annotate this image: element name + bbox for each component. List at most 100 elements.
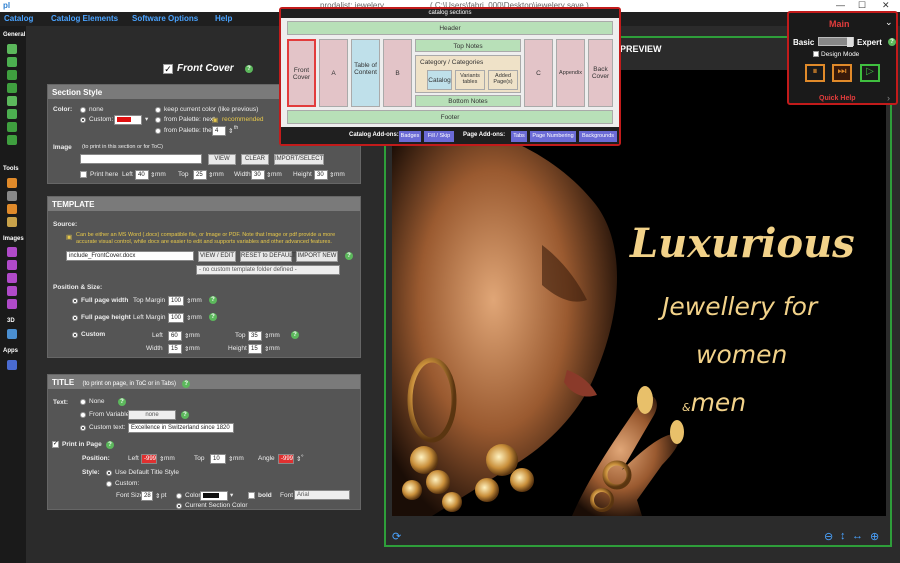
import-select-button[interactable]: IMPORT/SELECT: [274, 154, 324, 165]
attach-icon[interactable]: [7, 109, 17, 119]
template-file-input[interactable]: include_FrontCover.docx: [66, 251, 194, 261]
color-radio[interactable]: [176, 493, 182, 499]
table-icon[interactable]: [7, 135, 17, 145]
help-icon[interactable]: ?: [245, 65, 253, 73]
custom-text-radio[interactable]: [80, 425, 86, 431]
variable-select[interactable]: none: [128, 410, 176, 420]
step-icon[interactable]: ⏭: [832, 64, 852, 82]
section-b[interactable]: B: [383, 39, 412, 107]
section-c[interactable]: C: [524, 39, 553, 107]
image-icon[interactable]: [7, 247, 17, 257]
font-select[interactable]: Arial: [294, 490, 350, 500]
close-button[interactable]: ✕: [882, 0, 890, 11]
top-margin-input[interactable]: 100: [168, 296, 184, 306]
quick-help-link[interactable]: Quick Help: [819, 95, 856, 102]
gears-icon[interactable]: [7, 57, 17, 67]
title-angle-input[interactable]: -999: [278, 454, 294, 464]
chevron-down-icon[interactable]: ▾: [230, 491, 233, 499]
full-width-radio[interactable]: [72, 298, 78, 304]
minimize-button[interactable]: —: [836, 0, 845, 10]
phone-icon[interactable]: [7, 360, 17, 370]
fit-height-icon[interactable]: ↕: [840, 530, 846, 542]
print-here-checkbox[interactable]: [80, 171, 87, 178]
menu-catalog[interactable]: Catalog: [4, 14, 33, 23]
clear-button[interactable]: CLEAR: [241, 154, 269, 165]
edit-icon[interactable]: [7, 96, 17, 106]
color-none-radio[interactable]: [80, 107, 86, 113]
export-icon[interactable]: [7, 299, 17, 309]
text-none-radio[interactable]: [80, 399, 86, 405]
gallery-icon[interactable]: [7, 260, 17, 270]
keep-color-radio[interactable]: [155, 107, 161, 113]
tabs-button[interactable]: Tabs: [511, 131, 527, 142]
slider-knob[interactable]: [847, 37, 853, 47]
palette-next-radio[interactable]: [155, 117, 161, 123]
maximize-button[interactable]: ☐: [858, 0, 866, 11]
image-height-input[interactable]: 30: [314, 170, 328, 180]
section-bottom-notes[interactable]: Bottom Notes: [415, 95, 521, 107]
checkmark-icon[interactable]: [7, 44, 17, 54]
reset-default-button[interactable]: RESET to DEFAULT: [240, 251, 296, 262]
image-top-input[interactable]: 25: [193, 170, 207, 180]
section-catalog[interactable]: Catalog: [427, 70, 452, 90]
front-cover-checkbox[interactable]: ✓: [163, 64, 173, 74]
palette-index-input[interactable]: 4: [212, 126, 226, 136]
help-icon[interactable]: ?: [291, 331, 299, 339]
view-button[interactable]: VIEW: [208, 154, 236, 165]
section-a[interactable]: A: [319, 39, 348, 107]
page-numbering-button[interactable]: Page Numbering: [530, 131, 576, 142]
custom-text-input[interactable]: Excellence in Switzerland since 1820: [128, 423, 234, 433]
help-icon[interactable]: ?: [345, 252, 353, 260]
bold-checkbox[interactable]: [248, 492, 255, 499]
fit-width-icon[interactable]: ↔: [852, 530, 863, 542]
color-custom-radio[interactable]: [80, 117, 86, 123]
default-style-radio[interactable]: [106, 470, 112, 476]
badges-button[interactable]: Badges: [399, 131, 421, 142]
view-edit-button[interactable]: VIEW / EDIT: [198, 251, 236, 262]
badge-icon[interactable]: [7, 204, 17, 214]
zoom-in-icon[interactable]: ⊕: [870, 530, 879, 543]
custom-height-input[interactable]: 15: [248, 344, 262, 354]
section-top-notes[interactable]: Top Notes: [415, 39, 521, 52]
menu-help[interactable]: Help: [215, 14, 232, 23]
help-icon[interactable]: ?: [106, 441, 114, 449]
menu-software-options[interactable]: Software Options: [132, 14, 198, 23]
help-icon[interactable]: ?: [181, 411, 189, 419]
abc-icon[interactable]: [7, 191, 17, 201]
help-icon[interactable]: ?: [182, 380, 191, 388]
title-color-swatch[interactable]: [200, 491, 228, 501]
link-icon[interactable]: [7, 83, 17, 93]
custom-radio[interactable]: [72, 332, 78, 338]
left-margin-input[interactable]: 100: [168, 313, 184, 323]
refresh-icon[interactable]: ⟳: [392, 530, 401, 543]
stepper-icon[interactable]: ⇕: [228, 127, 233, 135]
layers-icon[interactable]: [7, 122, 17, 132]
custom-style-radio[interactable]: [106, 481, 112, 487]
current-color-radio[interactable]: [176, 503, 182, 509]
color-swatch[interactable]: [114, 115, 142, 125]
custom-width-input[interactable]: 15: [168, 344, 182, 354]
title-top-input[interactable]: 10: [210, 454, 226, 464]
custom-left-input[interactable]: 60: [168, 331, 182, 341]
crop-icon[interactable]: [7, 273, 17, 283]
section-front-cover[interactable]: Front Cover: [287, 39, 316, 107]
mode-slider[interactable]: [818, 37, 854, 47]
chevron-down-icon[interactable]: ⌄: [885, 17, 893, 28]
section-added-pages[interactable]: Added Page(s): [488, 70, 518, 90]
title-left-input[interactable]: -999: [141, 454, 157, 464]
stepper-icon[interactable]: ⇕: [155, 492, 160, 500]
play-icon[interactable]: ▷: [860, 64, 880, 82]
print-in-page-checkbox[interactable]: ✓: [52, 441, 59, 448]
fill-skip-button[interactable]: Fill / Skip: [424, 131, 454, 142]
backgrounds-button[interactable]: Backgrounds: [579, 131, 617, 142]
chevron-down-icon[interactable]: ▾: [145, 115, 148, 123]
section-appendix[interactable]: Appendix: [556, 39, 585, 107]
image-path-input[interactable]: [80, 154, 202, 164]
section-toc[interactable]: Table of Content: [351, 39, 380, 107]
prev-icon[interactable]: ⏸: [805, 64, 825, 82]
section-header[interactable]: Header: [287, 21, 613, 35]
help-icon[interactable]: ?: [209, 296, 217, 304]
help-icon[interactable]: ?: [118, 398, 126, 406]
custom-top-input[interactable]: 35: [248, 331, 262, 341]
import-new-button[interactable]: IMPORT NEW: [296, 251, 338, 262]
